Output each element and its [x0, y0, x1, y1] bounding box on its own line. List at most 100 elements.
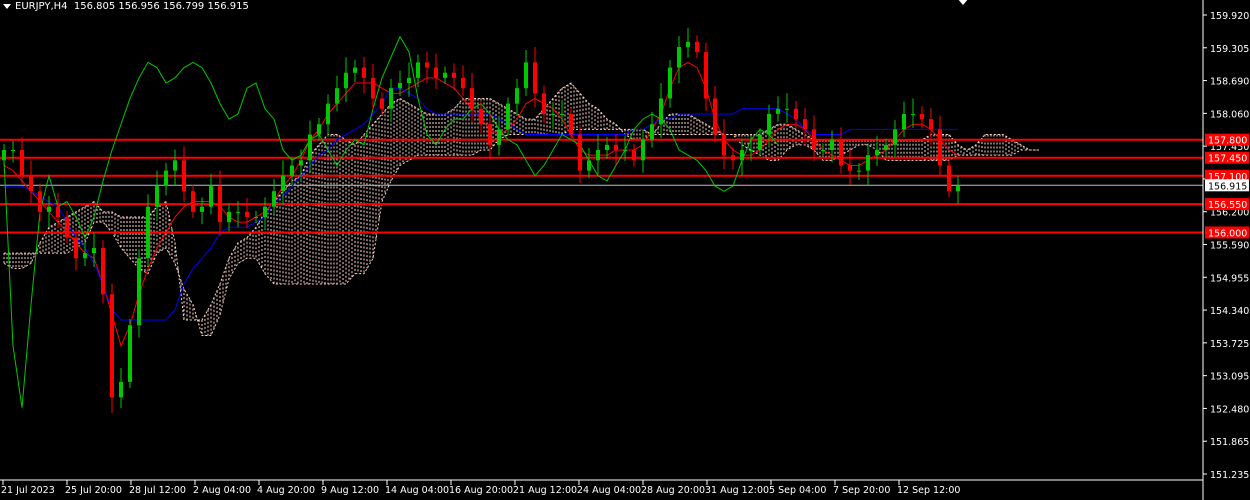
bear-candle — [65, 216, 69, 238]
bull-candle — [146, 206, 150, 259]
level-label: 157.800 — [1208, 136, 1247, 147]
bull-candle — [650, 124, 654, 140]
y-tick-label: 153.095 — [1210, 372, 1249, 383]
bull-candle — [785, 108, 789, 110]
bear-candle — [533, 62, 537, 94]
bull-candle — [164, 170, 168, 187]
bull-candle — [128, 325, 132, 382]
bear-candle — [722, 134, 726, 156]
bear-candle — [632, 150, 636, 161]
bull-candle — [155, 186, 159, 207]
bull-candle — [767, 113, 771, 135]
bull-candle — [47, 206, 51, 212]
bull-candle — [497, 129, 501, 145]
bull-candle — [902, 113, 906, 130]
level-label: 156.000 — [1208, 228, 1247, 239]
x-tick-label: 9 Aug 12:00 — [321, 485, 379, 496]
bull-candle — [344, 72, 348, 89]
bear-candle — [470, 88, 474, 109]
candles — [2, 27, 960, 413]
horizontal-levels[interactable] — [0, 138, 1203, 234]
x-tick-label: 7 Sep 20:00 — [833, 485, 890, 496]
bull-candle — [335, 88, 339, 104]
axes: 159.920159.305158.690158.060157.450156.8… — [0, 0, 1249, 500]
x-tick-label: 14 Aug 04:00 — [385, 485, 449, 496]
current-price-label: 156.915 — [1208, 181, 1247, 192]
bear-candle — [569, 113, 573, 135]
bear-candle — [74, 237, 78, 259]
y-tick-label: 158.690 — [1210, 77, 1249, 88]
bull-candle — [272, 191, 276, 207]
bull-candle — [317, 124, 321, 135]
bull-candle — [515, 88, 519, 104]
bull-candle — [173, 160, 177, 171]
bull-candle — [857, 170, 861, 172]
y-tick-label: 151.235 — [1210, 470, 1249, 481]
y-tick-label: 154.340 — [1210, 306, 1249, 317]
bear-candle — [182, 160, 186, 192]
bull-candle — [866, 155, 870, 171]
x-tick-label: 21 Jul 2023 — [1, 485, 55, 496]
bear-candle — [461, 77, 465, 89]
bear-candle — [731, 155, 735, 161]
bull-candle — [758, 134, 762, 151]
bear-candle — [425, 62, 429, 68]
bull-candle — [911, 113, 915, 115]
bull-candle — [263, 206, 267, 217]
bear-candle — [245, 211, 249, 217]
bull-candle — [686, 41, 690, 47]
bull-candle — [587, 160, 591, 171]
bull-candle — [884, 144, 888, 151]
bull-candle — [200, 206, 204, 212]
bull-candle — [236, 211, 240, 213]
bull-candle — [596, 150, 600, 161]
bear-candle — [191, 191, 195, 212]
bull-candle — [281, 175, 285, 192]
bull-candle — [326, 103, 330, 125]
x-tick-label: 5 Sep 04:00 — [769, 485, 826, 496]
bear-candle — [371, 77, 375, 99]
bear-candle — [938, 129, 942, 166]
bear-candle — [479, 108, 483, 125]
bull-candle — [551, 113, 555, 115]
bear-candle — [101, 247, 105, 295]
bull-candle — [605, 144, 609, 151]
bear-candle — [713, 98, 717, 135]
bull-candle — [560, 113, 564, 115]
level-label: 157.450 — [1208, 154, 1247, 165]
x-tick-label: 12 Sep 12:00 — [897, 485, 960, 496]
bull-candle — [659, 98, 663, 125]
bull-candle — [227, 211, 231, 223]
level-label: 156.550 — [1208, 200, 1247, 211]
bear-candle — [614, 144, 618, 151]
bear-candle — [947, 165, 951, 192]
y-tick-label: 152.480 — [1210, 404, 1249, 415]
y-tick-label: 159.305 — [1210, 44, 1249, 55]
bull-candle — [92, 247, 96, 254]
bull-candle — [776, 108, 780, 114]
bull-candle — [821, 150, 825, 152]
bear-candle — [110, 294, 114, 398]
bear-candle — [578, 134, 582, 171]
bull-candle — [893, 129, 897, 145]
y-tick-label: 158.060 — [1210, 109, 1249, 120]
bull-candle — [443, 72, 447, 78]
bull-candle — [623, 150, 627, 152]
bull-candle — [299, 160, 303, 166]
price-chart[interactable]: 159.920159.305158.690158.060157.450156.8… — [0, 0, 1250, 500]
bear-candle — [794, 108, 798, 120]
bull-candle — [389, 88, 393, 109]
x-tick-label: 21 Aug 12:00 — [513, 485, 577, 496]
y-tick-label: 151.865 — [1210, 437, 1249, 448]
bull-candle — [11, 150, 15, 152]
bull-candle — [641, 139, 645, 161]
bear-candle — [362, 67, 366, 78]
bear-candle — [920, 113, 924, 120]
bull-candle — [875, 150, 879, 156]
bear-candle — [542, 93, 546, 114]
bear-candle — [848, 165, 852, 171]
bull-candle — [524, 62, 528, 89]
bull-candle — [254, 216, 258, 218]
bull-candle — [290, 165, 294, 176]
bull-candle — [137, 258, 141, 326]
